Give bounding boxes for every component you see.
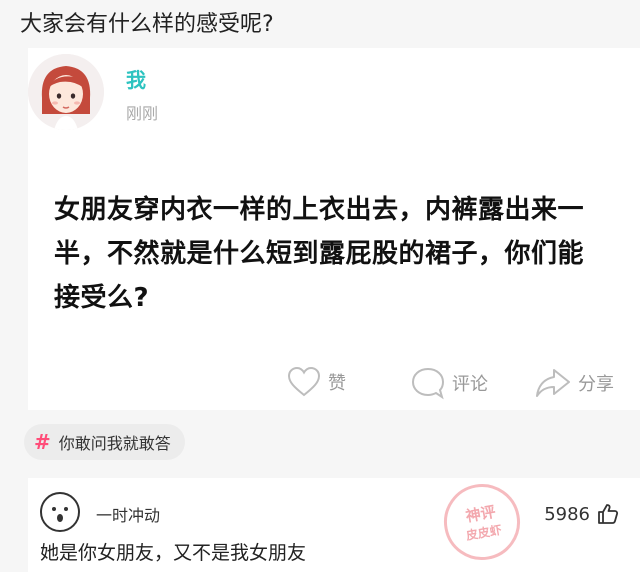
like-label: 赞 [328,373,346,394]
cartoon-face-icon [52,507,68,522]
share-label: 分享 [578,374,614,395]
post-actions: 赞 评论 分享 [28,360,640,410]
like-button[interactable]: 赞 [286,366,346,398]
thumbs-up-icon [598,504,619,524]
commenter-name[interactable]: 一时冲动 [96,502,160,526]
girl-avatar-icon [28,54,104,130]
topic-tag[interactable]: # 你敢问我就敢答 [24,424,185,460]
commenter-avatar[interactable] [40,492,80,532]
hot-comment: 一时冲动 神评 皮皮虾 5986 她是你女朋友，又不是我女朋友 [28,477,640,572]
post-time: 刚刚 [126,104,159,123]
share-button[interactable]: 分享 [534,366,614,400]
page-headline: 大家会有什么样的感受呢? [20,12,274,37]
post-text: 女朋友穿内衣一样的上衣出去，内裤露出来一半，不然就是什么短到露屁股的裙子，你们能… [54,195,585,313]
hash-icon: # [34,430,51,454]
topic-label: 你敢问我就敢答 [58,434,171,453]
comment-bubble-icon [411,367,445,400]
topic-bar: # 你敢问我就敢答 [0,410,640,472]
comment-like-button[interactable]: 5986 [544,502,620,526]
avatar[interactable] [28,54,104,130]
post-card: 我 刚刚 女朋友穿内衣一样的上衣出去，内裤露出来一半，不然就是什么短到露屁股的裙… [28,48,640,410]
heart-icon [287,366,321,397]
hot-comment-stamp: 神评 皮皮虾 [437,477,527,567]
share-arrow-icon [536,369,570,397]
comment-button[interactable]: 评论 [410,366,488,400]
comment-like-count: 5986 [544,503,590,525]
post-author[interactable]: 我 [126,64,146,93]
comment-text: 她是你女朋友，又不是我女朋友 [40,542,307,564]
comment-label: 评论 [452,374,488,395]
